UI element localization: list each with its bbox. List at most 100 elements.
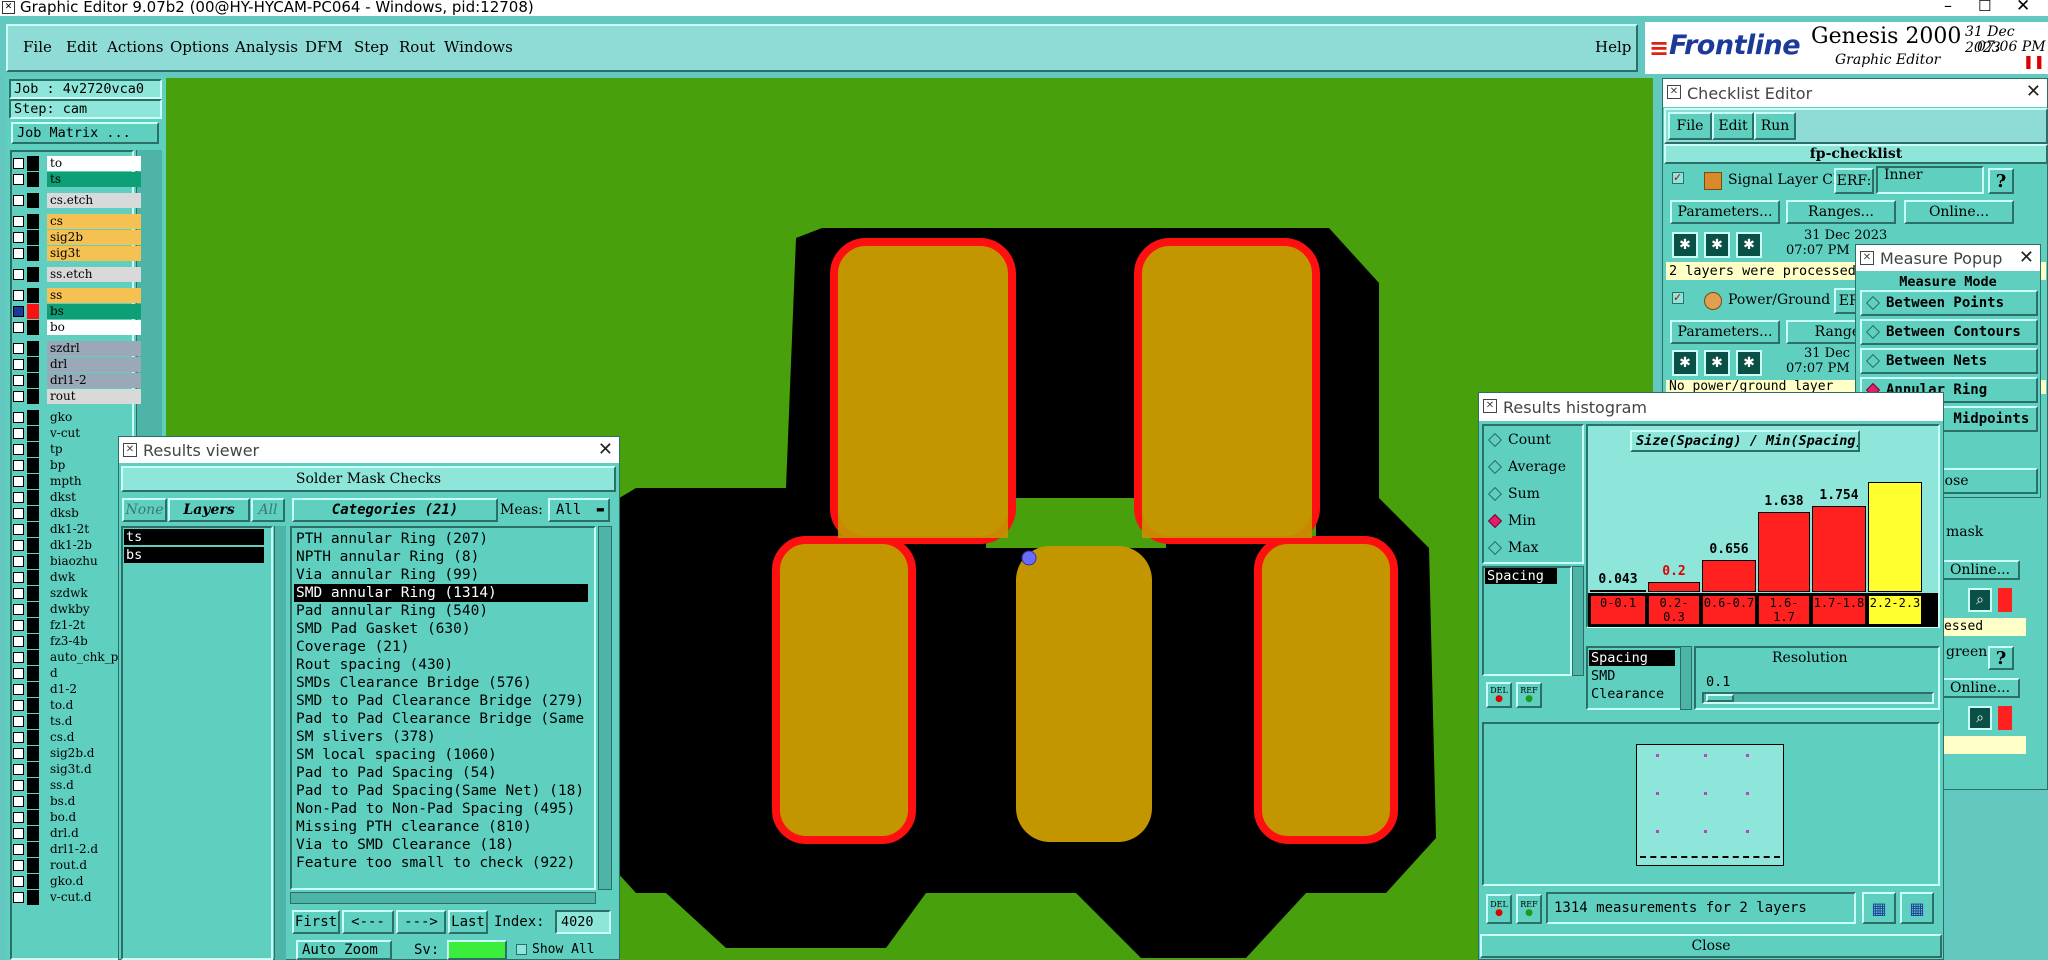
category-item[interactable]: SMD Pad Gasket (630) [294,620,592,638]
menu-options[interactable]: Options [170,38,229,56]
layer-checkbox[interactable] [13,248,24,259]
category-item[interactable]: SM local spacing (1060) [294,746,592,764]
checklist-menu-edit[interactable]: Edit [1712,112,1754,140]
layer-checkbox[interactable] [13,216,24,227]
layer-name[interactable]: bo [47,320,141,335]
layer-result-list[interactable] [121,526,273,960]
resolution-field-spacing[interactable]: Spacing [1589,650,1675,666]
category-item[interactable]: SMD to Pad Clearance Bridge (279) [294,692,592,710]
layer-swatch[interactable] [27,267,39,282]
category-item[interactable]: SM slivers (378) [294,728,592,746]
layer-swatch[interactable] [27,554,39,569]
none-button[interactable]: None [122,498,167,522]
layer-checkbox[interactable] [13,508,24,519]
minimize-icon[interactable]: – [1944,0,1952,15]
layer-name[interactable]: ss.etch [47,267,141,282]
layer-swatch[interactable] [27,890,39,905]
ranges-button-1[interactable]: Ranges... [1786,200,1896,224]
histogram-bin-label[interactable]: 0-0.1 [1590,595,1646,625]
close-icon[interactable]: ✕ [2026,81,2041,102]
layer-swatch[interactable] [27,373,39,388]
histogram-ref-button-2[interactable]: REF ● [1516,894,1542,924]
histogram-del-button-1[interactable]: DEL ● [1486,682,1512,708]
all-layers-button[interactable]: All [251,498,285,522]
layer-swatch[interactable] [27,810,39,825]
menu-rout[interactable]: Rout [399,38,435,56]
histogram-bar[interactable] [1812,506,1866,592]
layer-swatch[interactable] [27,230,39,245]
histogram-option[interactable]: Average [1487,459,1566,475]
menu-edit[interactable]: Edit [66,38,97,56]
layer-name[interactable]: drl [47,357,141,372]
peek-help-button[interactable]: ? [1988,646,2014,670]
layer-swatch[interactable] [27,410,39,425]
menu-file[interactable]: File [23,38,52,56]
layer-checkbox[interactable] [13,391,24,402]
help-button-1[interactable]: ? [1988,168,2014,194]
layer-swatch[interactable] [27,320,39,335]
run-icon-2b[interactable]: ✱ [1704,350,1730,376]
measure-popup-titlebar[interactable]: ✕ Measure Popup ✕ [1856,245,2040,271]
layer-checkbox[interactable] [13,796,24,807]
histogram-option[interactable]: Max [1487,540,1539,556]
menu-help[interactable]: Help [1595,38,1631,56]
category-item[interactable]: Non-Pad to Non-Pad Spacing (495) [294,800,592,818]
histogram-bar[interactable] [1590,590,1646,592]
category-scrollbar[interactable] [598,526,612,890]
menu-analysis[interactable]: Analysis [235,38,298,56]
layer-checkbox[interactable] [13,700,24,711]
menu-actions[interactable]: Actions [107,38,163,56]
layer-checkbox[interactable] [13,375,24,386]
layer-swatch[interactable] [27,858,39,873]
next-button[interactable]: ---> [396,910,446,934]
category-hscrollbar[interactable] [290,892,596,904]
layer-swatch[interactable] [27,156,39,171]
layer-swatch[interactable] [27,874,39,889]
layer-swatch[interactable] [27,778,39,793]
layer-name[interactable]: ss [47,288,141,303]
prev-button[interactable]: <--- [342,910,394,934]
layer-checkbox[interactable] [13,844,24,855]
category-item[interactable]: Pad to Pad Spacing(Same Net) (18) [294,782,592,800]
check-enable-2[interactable]: ✓ [1672,292,1684,304]
layer-swatch[interactable] [27,698,39,713]
sv-color-select[interactable] [447,940,507,960]
category-item[interactable]: SMDs Clearance Bridge (576) [294,674,592,692]
menu-dfm[interactable]: DFM [305,38,343,56]
layer-swatch[interactable] [27,538,39,553]
category-item[interactable]: Pad annular Ring (540) [294,602,592,620]
layer-checkbox[interactable] [13,476,24,487]
layer-swatch[interactable] [27,458,39,473]
layer-checkbox[interactable] [13,195,24,206]
layer-swatch[interactable] [27,246,39,261]
layer-checkbox[interactable] [13,780,24,791]
menu-windows[interactable]: Windows [444,38,513,56]
resolution-field-clearance[interactable]: Clearance [1589,686,1664,702]
layer-name[interactable]: cs.etch [47,193,141,208]
layer-result-scrollbar[interactable] [274,526,286,960]
resolution-field-scrollbar[interactable] [1680,646,1692,710]
parameters-button-2[interactable]: Parameters... [1670,320,1780,344]
layer-checkbox[interactable] [13,412,24,423]
layer-swatch[interactable] [27,341,39,356]
layer-swatch[interactable] [27,288,39,303]
first-button[interactable]: First [292,910,340,934]
histogram-bin-label[interactable]: 0.6-0.7 [1702,595,1756,625]
layer-checkbox[interactable] [13,620,24,631]
layer-swatch[interactable] [27,570,39,585]
layer-swatch[interactable] [27,304,39,319]
close-icon[interactable]: ✕ [2016,0,2030,16]
histogram-export-button-1[interactable]: ▦ [1862,892,1896,924]
layer-checkbox[interactable] [13,652,24,663]
layer-checkbox[interactable] [13,604,24,615]
layer-name[interactable]: szdrl [47,341,141,356]
layer-name[interactable]: sig2b [47,230,141,245]
category-item[interactable]: Feature too small to check (922) [294,854,592,872]
run-icon-1a[interactable]: ✱ [1672,232,1698,258]
layer-name[interactable]: gko [47,410,133,425]
histogram-close-button[interactable]: Close [1480,934,1942,958]
peek-online-button-1[interactable]: Online... [1940,560,2020,580]
layer-swatch[interactable] [27,842,39,857]
measure-mode-option[interactable]: Between Nets [1860,348,2038,374]
category-item[interactable]: Coverage (21) [294,638,592,656]
